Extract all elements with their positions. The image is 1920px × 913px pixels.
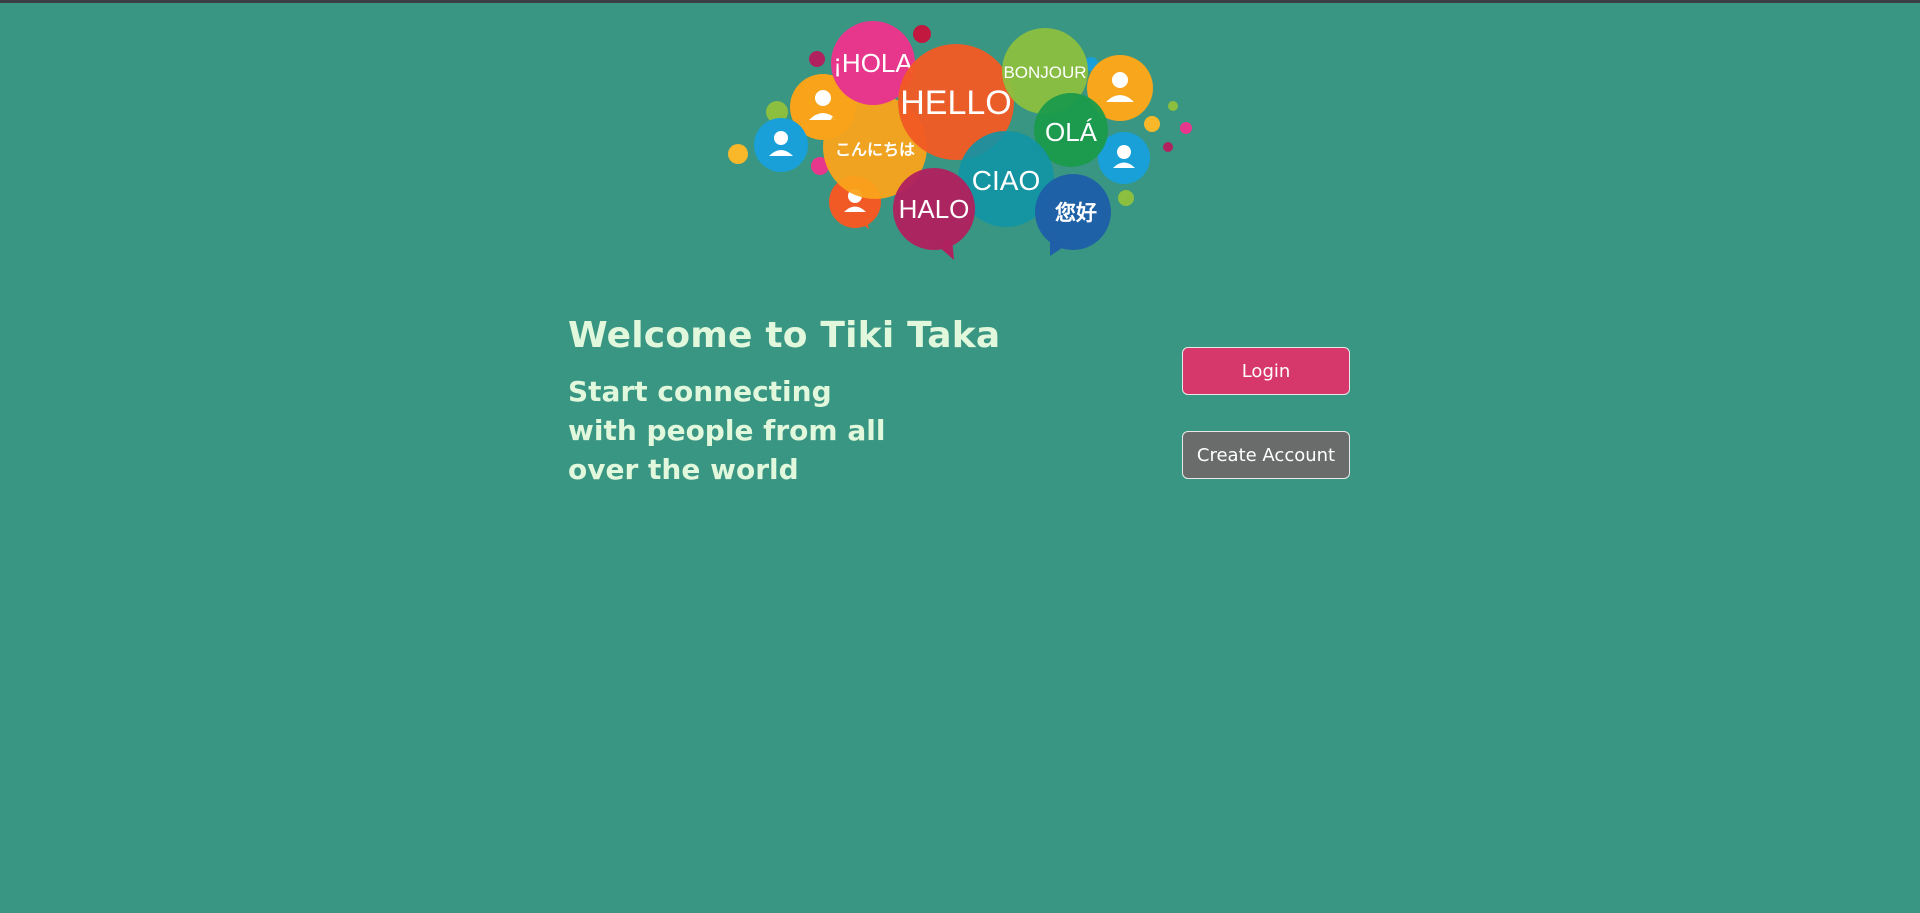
greeting-halo-bubble: HALO (893, 168, 975, 260)
page-title: Welcome to Tiki Taka (568, 315, 1001, 356)
top-bar (0, 0, 1920, 3)
logo-dot (913, 25, 931, 43)
svg-text:您好: 您好 (1055, 201, 1097, 225)
greeting-nihao-bubble: 您好 (1035, 174, 1111, 256)
logo-dot (1118, 190, 1134, 206)
logo-dot (1180, 122, 1192, 134)
login-button[interactable]: Login (1182, 347, 1350, 395)
user-avatar-icon (754, 118, 808, 172)
svg-text:HALO: HALO (899, 194, 970, 224)
svg-text:HELLO: HELLO (900, 84, 1012, 122)
logo-dot (728, 144, 748, 164)
tagline: Start connecting with people from all ov… (568, 375, 886, 486)
svg-text:CIAO: CIAO (972, 165, 1040, 196)
welcome-section: Welcome to Tiki Taka Start connecting wi… (568, 308, 1000, 489)
logo-dot (809, 51, 825, 67)
logo-dot (1163, 142, 1173, 152)
svg-text:¡HOLA: ¡HOLA (833, 48, 913, 78)
greetings-logo: こんにちは ¡HOLA HELLO BONJOUR OLÁ CIAO HALO … (728, 21, 1192, 260)
svg-text:こんにちは: こんにちは (835, 140, 915, 159)
logo-dot (1144, 116, 1160, 132)
svg-text:BONJOUR: BONJOUR (1003, 63, 1086, 82)
create-account-button[interactable]: Create Account (1182, 431, 1350, 479)
svg-text:OLÁ: OLÁ (1045, 117, 1098, 147)
logo-dot (1168, 101, 1178, 111)
